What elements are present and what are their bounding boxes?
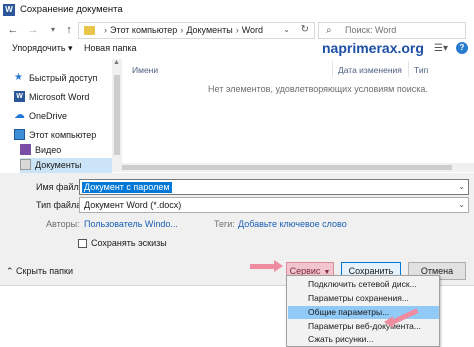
menu-item-compress-pictures[interactable]: Сжать рисунки... bbox=[288, 333, 439, 346]
scrollbar-thumb[interactable] bbox=[114, 75, 120, 155]
video-folder-icon bbox=[20, 144, 31, 155]
up-arrow-icon[interactable]: ↑ bbox=[62, 23, 76, 37]
column-divider[interactable] bbox=[408, 61, 409, 77]
address-bar: ← → ▾ ↑ › Этот компьютер › Документы › Word ⌄… bbox=[0, 20, 474, 42]
sidebar-item-label: Видео bbox=[35, 145, 62, 155]
breadcrumb-path: › Этот компьютер › Документы › Word bbox=[101, 25, 263, 35]
tags-label: Теги: bbox=[214, 219, 235, 229]
scroll-up-icon[interactable]: ▲ bbox=[113, 59, 120, 66]
sidebar-item-onedrive[interactable]: ☁ OneDrive bbox=[14, 109, 112, 124]
save-thumbnails-checkbox[interactable] bbox=[78, 239, 87, 248]
breadcrumb[interactable]: › Этот компьютер › Документы › Word ⌄ ↻ bbox=[78, 22, 315, 39]
navigation-pane: ★ Быстрый доступ W Microsoft Word ☁ OneD… bbox=[0, 59, 112, 173]
chevron-down-icon[interactable]: ⌄ bbox=[458, 182, 465, 191]
empty-message: Нет элементов, удовлетворяющих условиям … bbox=[208, 84, 428, 94]
search-placeholder: Поиск: Word bbox=[345, 25, 397, 35]
sidebar-item-label: OneDrive bbox=[29, 111, 68, 121]
filetype-value: Документ Word (*.docx) bbox=[84, 200, 182, 210]
annotation-arrow-shaft bbox=[250, 264, 276, 269]
breadcrumb-separator: › bbox=[235, 25, 239, 35]
file-list-scrollbar[interactable] bbox=[114, 163, 474, 172]
chevron-up-icon: ⌃ bbox=[6, 266, 17, 276]
column-header-type[interactable]: Тип bbox=[414, 65, 428, 75]
word-icon: W bbox=[14, 91, 25, 102]
forward-arrow-icon[interactable]: → bbox=[26, 23, 40, 37]
breadcrumb-this-pc[interactable]: Этот компьютер bbox=[110, 25, 177, 35]
search-icon: ⌕ bbox=[326, 25, 332, 36]
chevron-down-icon[interactable]: ⌄ bbox=[283, 25, 290, 34]
sidebar-item-microsoft-word[interactable]: W Microsoft Word bbox=[14, 90, 112, 105]
back-arrow-icon[interactable]: ← bbox=[6, 23, 20, 37]
nav-scrollbar[interactable]: ▲ ▼ bbox=[112, 59, 122, 172]
window-title: Сохранение документа bbox=[20, 4, 123, 15]
hide-folders-label: Скрыть папки bbox=[16, 266, 73, 276]
sidebar-item-this-pc[interactable]: Этот компьютер bbox=[14, 128, 112, 143]
sidebar-item-video[interactable]: Видео bbox=[20, 143, 112, 158]
word-icon: W bbox=[3, 4, 15, 16]
title-bar: W Сохранение документа bbox=[0, 0, 474, 20]
star-icon: ★ bbox=[14, 72, 23, 83]
filename-value: Документ с паролем bbox=[82, 182, 172, 193]
sidebar-item-documents[interactable]: Документы bbox=[20, 158, 112, 173]
annotation-arrow-icon bbox=[274, 260, 283, 272]
filetype-select[interactable]: Документ Word (*.docx) ⌄ bbox=[79, 197, 469, 213]
folder-icon bbox=[84, 26, 95, 35]
new-folder-button[interactable]: Новая папка bbox=[84, 43, 136, 53]
watermark: naprimerax.org bbox=[322, 40, 424, 56]
sidebar-item-label: Документы bbox=[35, 160, 82, 170]
save-form: Имя файла: Документ с паролем ⌄ Тип файл… bbox=[0, 173, 474, 257]
search-input[interactable]: ⌕ Поиск: Word bbox=[318, 22, 466, 39]
filetype-label: Тип файла: bbox=[36, 200, 84, 210]
menu-item-map-network-drive[interactable]: Подключить сетевой диск... bbox=[288, 278, 439, 291]
authors-field[interactable]: Пользователь Windo... bbox=[84, 219, 178, 229]
chevron-down-icon[interactable]: ⌄ bbox=[458, 200, 465, 209]
menu-item-web-options[interactable]: Параметры веб-документа... bbox=[288, 320, 439, 333]
command-bar: Упорядочить ▾ Новая папка naprimerax.org… bbox=[0, 40, 474, 58]
cloud-icon: ☁ bbox=[14, 109, 25, 121]
tags-field[interactable]: Добавьте ключевое слово bbox=[238, 219, 347, 229]
breadcrumb-separator: › bbox=[180, 25, 184, 35]
authors-label: Авторы: bbox=[46, 219, 80, 229]
menu-item-save-options[interactable]: Параметры сохранения... bbox=[288, 292, 439, 305]
refresh-icon[interactable]: ↻ bbox=[301, 24, 309, 35]
column-divider[interactable] bbox=[332, 61, 333, 77]
annotation-arrow-icon bbox=[384, 316, 393, 328]
breadcrumb-documents[interactable]: Документы bbox=[186, 25, 232, 35]
column-header-name[interactable]: Имени bbox=[132, 65, 158, 75]
sidebar-item-label: Этот компьютер bbox=[29, 130, 97, 140]
column-header-date-modified[interactable]: Дата изменения bbox=[338, 65, 402, 75]
hide-folders-button[interactable]: ⌃ Скрыть папки bbox=[6, 266, 73, 277]
sidebar-item-label: Быстрый доступ bbox=[29, 73, 98, 83]
recent-locations-chevron-icon[interactable]: ▾ bbox=[46, 23, 60, 37]
save-thumbnails-label: Сохранять эскизы bbox=[91, 238, 167, 248]
documents-folder-icon bbox=[20, 159, 31, 170]
computer-icon bbox=[14, 129, 25, 140]
view-options-icon[interactable]: ☰▾ bbox=[434, 43, 448, 54]
sidebar-item-quick-access[interactable]: ★ Быстрый доступ bbox=[14, 71, 112, 86]
help-icon[interactable]: ? bbox=[456, 42, 468, 54]
breadcrumb-word[interactable]: Word bbox=[242, 25, 263, 35]
scrollbar-thumb[interactable] bbox=[122, 165, 452, 170]
breadcrumb-separator: › bbox=[104, 25, 107, 35]
organize-button[interactable]: Упорядочить ▾ bbox=[12, 43, 73, 54]
sidebar-item-label: Microsoft Word bbox=[29, 92, 90, 102]
filename-field[interactable]: Документ с паролем ⌄ bbox=[79, 179, 469, 195]
file-list: Имени Дата изменения Тип Нет элементов, … bbox=[124, 59, 474, 172]
